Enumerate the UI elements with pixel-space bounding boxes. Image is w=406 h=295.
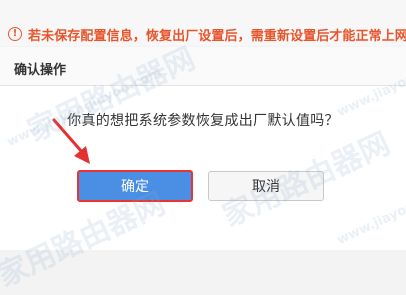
dialog-title: 确认操作 [14,63,67,78]
red-arrow-annotation [52,118,90,164]
warning-text: 若未保存配置信息，恢复出厂设置后，需重新设置后才能正常上网！ [28,29,406,44]
confirm-button[interactable]: 确定 [77,170,193,202]
cancel-button[interactable]: 取消 [208,171,324,201]
dialog-header: 确认操作 [0,47,406,86]
info-icon: ! [8,27,22,41]
warning-bar: ! 若未保存配置信息，恢复出厂设置后，需重新设置后才能正常上网！ [0,0,406,46]
